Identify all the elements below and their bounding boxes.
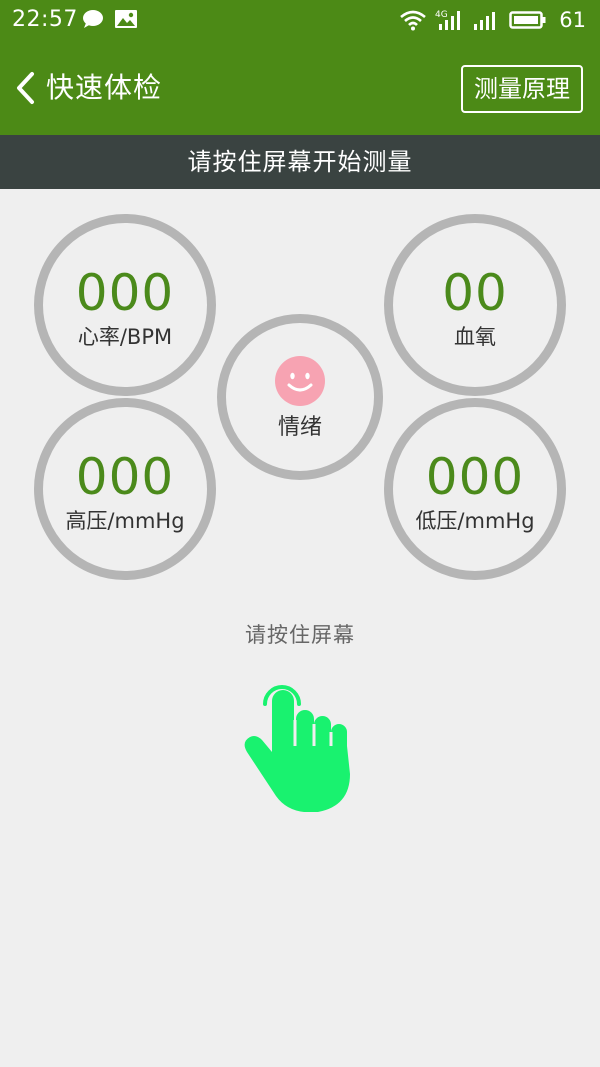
status-bar: 22:57 4G 61 [0, 0, 600, 40]
page-title: 快速体检 [46, 71, 163, 104]
diastolic-gauge: 000 低压/mmHg [384, 398, 566, 580]
diastolic-value: 000 [425, 448, 525, 506]
finger-press-icon [244, 685, 350, 812]
heart-rate-unit: 心率/BPM [77, 325, 173, 349]
smiley-face-icon [275, 356, 325, 406]
heart-rate-value: 000 [75, 264, 175, 322]
status-system-icons: 4G 61 [399, 6, 586, 34]
chat-bubble-icon [83, 10, 103, 28]
blood-oxygen-value: 00 [442, 264, 508, 322]
wifi-icon [400, 10, 427, 31]
blood-oxygen-unit: 血氧 [454, 325, 496, 349]
status-notification-icons [82, 9, 138, 29]
chevron-left-icon [17, 72, 34, 104]
systolic-unit: 高压/mmHg [65, 509, 185, 533]
app-bar: 快速体检 测量原理 [0, 40, 600, 135]
mood-gauge: 情绪 [217, 314, 383, 480]
back-button[interactable] [8, 68, 44, 108]
systolic-value: 000 [75, 448, 175, 506]
network-label: 4G [435, 10, 448, 20]
image-icon [115, 10, 137, 28]
instruction-banner: 请按住屏幕开始测量 [0, 135, 600, 189]
status-time: 22:57 [12, 7, 78, 32]
systolic-gauge: 000 高压/mmHg [34, 398, 216, 580]
diastolic-unit: 低压/mmHg [415, 509, 535, 533]
blood-oxygen-gauge: 00 血氧 [384, 214, 566, 396]
press-to-measure-button[interactable] [238, 674, 358, 814]
heart-rate-gauge: 000 心率/BPM [34, 214, 216, 396]
mood-label: 情绪 [277, 415, 322, 440]
signal-4g-icon: 4G [435, 10, 461, 30]
press-hint: 请按住屏幕 [245, 623, 355, 647]
measurement-principle-button[interactable]: 测量原理 [461, 65, 583, 113]
battery-icon [509, 11, 546, 29]
signal-icon [474, 12, 496, 30]
battery-level: 61 [559, 8, 586, 32]
